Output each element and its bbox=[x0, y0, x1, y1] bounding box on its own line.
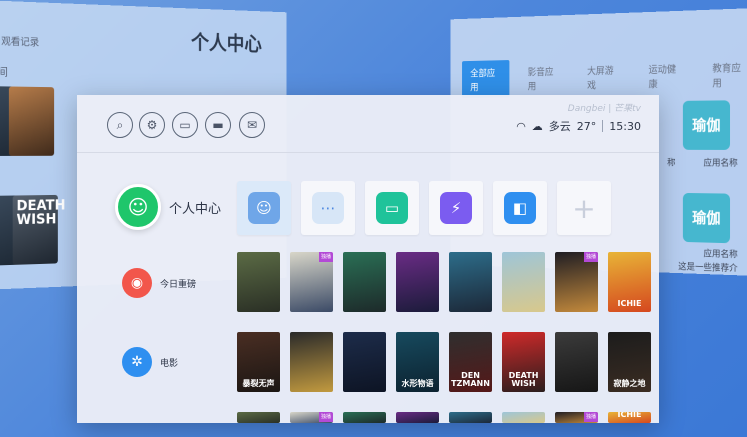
search-icon[interactable]: ⌕ bbox=[107, 112, 133, 138]
movie-poster[interactable]: 水形物语 bbox=[396, 332, 439, 392]
add-tile[interactable]: + bbox=[557, 181, 611, 235]
background-app-meta: 这是一些推荐介 bbox=[678, 262, 738, 275]
background-app-icon: 瑜伽 bbox=[682, 100, 731, 150]
movie-poster[interactable] bbox=[449, 412, 492, 423]
nav-label: 电影 bbox=[160, 358, 179, 369]
weather-text: 多云 bbox=[548, 120, 571, 133]
movie-poster[interactable] bbox=[502, 252, 545, 312]
background-tab: 教育应用 bbox=[712, 63, 741, 90]
background-tab: 全部应用 bbox=[462, 60, 510, 98]
movie-poster[interactable] bbox=[502, 412, 545, 423]
movie-poster[interactable]: ICHIE bbox=[608, 412, 651, 423]
clock: 15:30 bbox=[609, 119, 641, 133]
background-app-name: 应用名称 bbox=[703, 249, 738, 261]
poster-title: 水形物语 bbox=[401, 379, 434, 388]
launcher-panel: ⌕ ⚙ ▭ ▬ ✉ Dangbei | 芒果tv ◠ ☁ 多云 27° 15:3… bbox=[77, 95, 659, 423]
cast-icon: ◧ bbox=[504, 192, 536, 224]
background-poster bbox=[8, 86, 55, 156]
movie-poster[interactable] bbox=[237, 252, 280, 312]
background-poster: DEATH WISH bbox=[12, 194, 65, 265]
wifi-icon: ◠ bbox=[516, 119, 526, 133]
settings-icon[interactable]: ⚙ bbox=[139, 112, 165, 138]
security-tile[interactable]: ⚡ bbox=[429, 181, 483, 235]
movie-poster[interactable] bbox=[396, 252, 439, 312]
movie-poster[interactable]: 独播 bbox=[555, 412, 598, 423]
movie-poster[interactable] bbox=[343, 412, 386, 423]
flame-icon: ◉ bbox=[122, 268, 152, 298]
movie-poster[interactable]: DEN TZMANN bbox=[449, 332, 492, 392]
poster-title: DEATH WISH bbox=[508, 371, 539, 388]
poster-title: 暴裂无声 bbox=[242, 379, 275, 388]
apps-grid-icon: ⋯ bbox=[312, 192, 344, 224]
movie-poster[interactable]: 独播 bbox=[290, 252, 333, 312]
apps-grid-tile[interactable]: ⋯ bbox=[301, 181, 355, 235]
nav-item-personal-center[interactable]: ☺ 个人中心 bbox=[115, 184, 221, 230]
user-icon: ☺ bbox=[115, 184, 161, 230]
movie-poster[interactable]: 寂静之地 bbox=[608, 332, 651, 392]
poster-title: ICHIE bbox=[617, 412, 642, 419]
background-tab: 运动健康 bbox=[648, 64, 677, 91]
cloud-icon: ☁ bbox=[531, 119, 543, 133]
message-icon[interactable]: ✉ bbox=[239, 112, 265, 138]
nav-label: 今日重磅 bbox=[160, 279, 197, 290]
background-subtitle: 观看记录 bbox=[1, 36, 40, 49]
poster-title: DEN TZMANN bbox=[451, 371, 490, 388]
movie-poster[interactable]: 暴裂无声 bbox=[237, 332, 280, 392]
exclusive-badge: 独播 bbox=[583, 252, 598, 262]
brand-logo: Dangbei | 芒果tv bbox=[567, 104, 641, 114]
movie-poster[interactable] bbox=[290, 332, 333, 392]
user-illustration-tile[interactable]: ☺ bbox=[237, 181, 291, 235]
top-bar: ⌕ ⚙ ▭ ▬ ✉ Dangbei | 芒果tv ◠ ☁ 多云 27° 15:3… bbox=[77, 95, 659, 153]
divider bbox=[602, 120, 604, 132]
file-manager-tile[interactable]: ▭ bbox=[365, 181, 419, 235]
folder-icon: ▭ bbox=[376, 192, 408, 224]
hdmi-icon[interactable]: ▬ bbox=[205, 112, 231, 138]
folder-icon[interactable]: ▭ bbox=[172, 112, 198, 138]
background-tab: 大屏游戏 bbox=[587, 66, 614, 92]
movie-poster[interactable]: 独播 bbox=[555, 252, 598, 312]
movie-poster[interactable] bbox=[396, 412, 439, 423]
poster-title: 寂静之地 bbox=[613, 379, 646, 388]
status-bar: ◠ ☁ 多云 27° 15:30 bbox=[516, 118, 641, 134]
background-title: 个人中心 bbox=[191, 31, 262, 56]
background-app-icon: 瑜伽 bbox=[682, 192, 731, 244]
background-tabs: 全部应用 影音应用 大屏游戏 运动健康 教育应用 bbox=[462, 54, 747, 98]
movie-poster[interactable] bbox=[237, 412, 280, 423]
nav-label: 个人中心 bbox=[169, 201, 222, 217]
movie-poster[interactable]: DEATH WISH bbox=[502, 332, 545, 392]
movie-poster[interactable]: 独播 bbox=[290, 412, 333, 423]
exclusive-badge: 独播 bbox=[318, 412, 333, 422]
screen-cast-tile[interactable]: ◧ bbox=[493, 181, 547, 235]
shield-icon: ⚡ bbox=[440, 192, 472, 224]
film-reel-icon: ✲ bbox=[122, 347, 152, 377]
background-tab: 影音应用 bbox=[527, 67, 554, 93]
background-app-name-partial: 称 bbox=[667, 158, 676, 169]
nav-item-today-highlights[interactable]: ◉ 今日重磅 bbox=[115, 268, 196, 298]
poster-title: ICHIE bbox=[617, 299, 642, 308]
movie-poster[interactable]: ICHIE bbox=[608, 252, 651, 312]
movie-poster[interactable] bbox=[343, 332, 386, 392]
exclusive-badge: 独播 bbox=[318, 252, 333, 262]
background-subtitle-2: 间 bbox=[0, 65, 8, 79]
temperature: 27° bbox=[576, 119, 597, 133]
user-illustration-icon: ☺ bbox=[248, 192, 280, 224]
movie-poster[interactable] bbox=[449, 252, 492, 312]
movie-poster[interactable] bbox=[343, 252, 386, 312]
plus-icon: + bbox=[572, 191, 596, 225]
background-app-name: 应用名称 bbox=[703, 158, 738, 169]
nav-item-movies[interactable]: ✲ 电影 bbox=[115, 347, 178, 377]
movie-poster[interactable] bbox=[555, 332, 598, 392]
exclusive-badge: 独播 bbox=[583, 412, 598, 422]
